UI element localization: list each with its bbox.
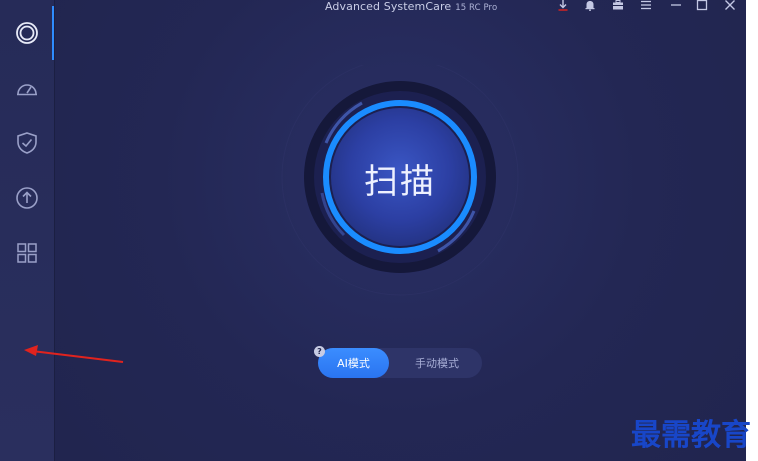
sidebar-item-speedup[interactable] xyxy=(0,66,54,110)
minimize-button[interactable] xyxy=(668,0,684,12)
ai-mode-button[interactable]: AI模式 xyxy=(318,348,389,378)
help-icon[interactable]: ? xyxy=(314,346,325,357)
sidebar-item-toolbox[interactable] xyxy=(0,231,54,275)
maximize-icon xyxy=(696,0,708,11)
scan-button[interactable] xyxy=(331,108,469,246)
annotation-arrow-icon xyxy=(24,345,124,363)
bell-icon xyxy=(585,1,595,11)
mode-toggle: AI模式 手动模式 xyxy=(318,348,482,378)
close-icon xyxy=(725,0,735,10)
sidebar-item-care[interactable] xyxy=(0,11,54,55)
notifications-button[interactable] xyxy=(582,0,598,12)
upload-circle-icon xyxy=(16,187,38,209)
sidebar-item-protect[interactable] xyxy=(0,121,54,165)
shield-check-icon xyxy=(17,132,37,154)
toolbox-button[interactable] xyxy=(610,0,626,12)
watermark: 最需教育 xyxy=(631,418,751,453)
sidebar-item-update[interactable] xyxy=(0,176,54,220)
app-version: 15 RC Pro xyxy=(455,3,498,13)
minimize-icon xyxy=(671,4,681,6)
manual-mode-button[interactable]: 手动模式 xyxy=(392,348,482,378)
download-icon xyxy=(558,0,568,11)
maximize-button[interactable] xyxy=(694,0,710,12)
grid-icon xyxy=(17,243,37,263)
speedometer-icon xyxy=(17,84,37,96)
menu-button[interactable] xyxy=(638,0,654,12)
window-title: Advanced SystemCare 15 RC Pro xyxy=(325,0,497,14)
download-button[interactable] xyxy=(555,0,571,12)
briefcase-icon xyxy=(613,0,623,10)
app-window: Advanced SystemCare 15 RC Pro 扫描 AI模式 手动… xyxy=(0,0,746,461)
care-ring-icon xyxy=(16,22,38,44)
sidebar xyxy=(0,0,55,461)
scan-dial xyxy=(281,65,519,296)
close-button[interactable] xyxy=(722,0,738,12)
menu-icon xyxy=(641,0,651,10)
app-name: Advanced SystemCare xyxy=(325,0,452,13)
